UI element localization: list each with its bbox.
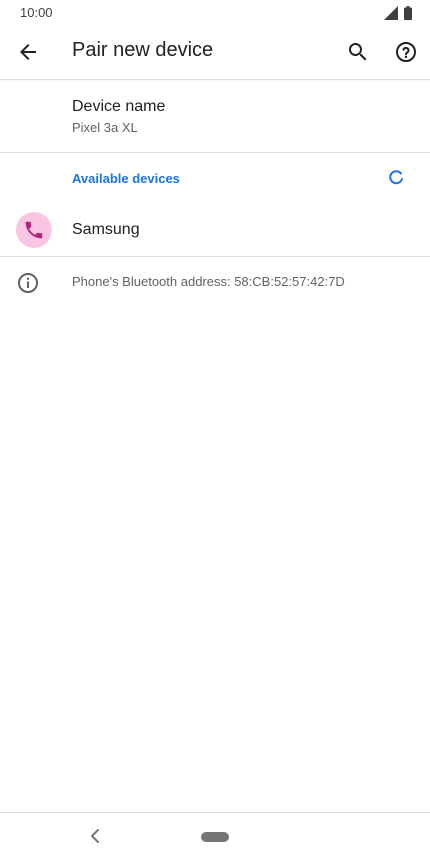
page-title: Pair new device [72, 39, 214, 61]
info-icon [18, 273, 38, 293]
bluetooth-address-text: Phone's Bluetooth address: 58:CB:52:57:4… [72, 274, 345, 289]
nav-home-pill[interactable] [201, 832, 229, 842]
cellular-signal-icon [384, 6, 398, 20]
app-bar: Pair new device [0, 26, 430, 80]
search-button[interactable] [342, 36, 374, 68]
device-icon-badge [16, 212, 52, 248]
device-name-value: Pixel 3a XL [72, 120, 138, 135]
back-button[interactable] [12, 36, 44, 68]
available-devices-header: Available devices [0, 153, 430, 203]
loading-spinner-icon [389, 170, 403, 185]
help-button[interactable] [390, 36, 422, 68]
status-icons [384, 6, 412, 20]
nav-back-icon[interactable] [86, 826, 104, 846]
phone-icon [25, 221, 43, 239]
status-bar: 10:00 [0, 0, 430, 26]
battery-icon [404, 6, 412, 20]
device-item-samsung[interactable]: Samsung [0, 204, 430, 257]
available-devices-title: Available devices [72, 171, 180, 186]
back-arrow-icon [20, 44, 36, 60]
bluetooth-address-info: Phone's Bluetooth address: 58:CB:52:57:4… [0, 257, 430, 309]
search-icon [349, 43, 367, 61]
device-name-title: Device name [72, 98, 166, 115]
status-time: 10:00 [20, 5, 53, 20]
device-name-setting[interactable]: Device name Pixel 3a XL [0, 80, 430, 153]
help-icon [396, 42, 416, 62]
system-nav-bar [0, 812, 430, 861]
device-label: Samsung [72, 221, 140, 238]
